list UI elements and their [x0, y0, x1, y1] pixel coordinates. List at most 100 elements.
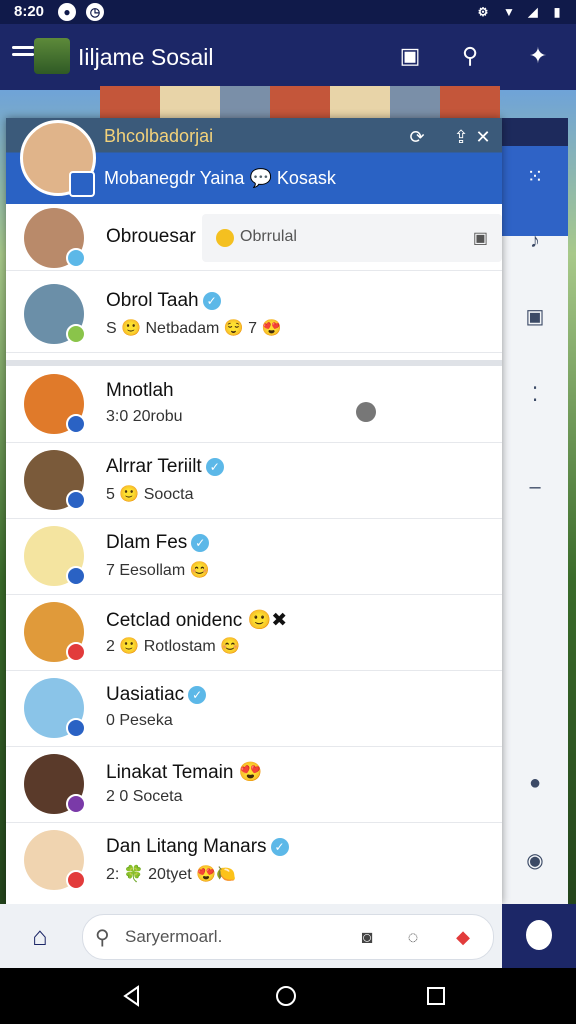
- status-icon: [66, 490, 86, 510]
- search-placeholder: Saryermoarl.: [125, 927, 223, 946]
- user-name: Bhcolbadorjai: [104, 126, 214, 146]
- vibrate-icon: ⚙: [477, 5, 489, 19]
- search-field[interactable]: ⚲ Saryermoarl. ◙ ◌ ◆: [82, 914, 494, 960]
- back-icon[interactable]: [120, 984, 144, 1008]
- grid-icon[interactable]: ⁙: [520, 162, 550, 192]
- close-icon[interactable]: ✕: [472, 126, 494, 148]
- contact-name: Dan Litang Manars ✓: [106, 836, 289, 858]
- camera-icon[interactable]: ▣: [394, 40, 426, 72]
- map-pin-icon[interactable]: ◉: [520, 846, 550, 876]
- search-icon: ⚲: [95, 927, 110, 949]
- touch-indicator: [356, 402, 376, 422]
- background-panel: ⁙ ♪ ▣ ⁚ – ● ◉: [502, 118, 568, 908]
- status-icon: [66, 718, 86, 738]
- contact-avatar: [24, 374, 86, 434]
- chat-icon[interactable]: ◌: [401, 925, 425, 949]
- app-bar: Iiljame Sosail ▣ ⚲ ✦: [0, 24, 576, 90]
- camera-icon[interactable]: ◙: [355, 925, 379, 949]
- contact-message: 2 🙂 Rotlostam 😊: [106, 638, 241, 655]
- search-icon[interactable]: ⚲: [454, 40, 486, 72]
- contact-message: 2: 🍀 20tyet 😍🍋: [106, 866, 237, 883]
- contact-message: 5 🙂 Soocta: [106, 486, 194, 503]
- contact-avatar: [24, 208, 86, 268]
- contact-avatar: [24, 526, 86, 586]
- bell-icon[interactable]: ♪: [520, 226, 550, 256]
- list-item[interactable]: Obrol Taah ✓ S 🙂 Netbadam 😌 7 😍: [6, 276, 502, 353]
- contact-name: Uasiatiac ✓: [106, 684, 207, 706]
- contact-name: Dlam Fes ✓: [106, 532, 210, 554]
- contact-name: Obrol Taah ✓: [106, 290, 221, 312]
- status-time: 8:20: [14, 3, 45, 20]
- list-item[interactable]: Uasiatiac ✓ 0 Peseka: [6, 670, 502, 747]
- chat-list-panel: Bhcolbadorjai Mobanegdr Yaina 💬 Kosask ⟳…: [6, 118, 502, 904]
- verified-icon: ✓: [270, 837, 289, 856]
- contact-avatar: [24, 450, 86, 510]
- signal-icon: ◢: [528, 5, 538, 19]
- chip-label: Obrrulal: [240, 228, 297, 245]
- status-icon: [66, 794, 86, 814]
- game-icon[interactable]: ◆: [451, 925, 475, 949]
- alarm-icon: ◷: [86, 3, 104, 21]
- status-icon: [66, 566, 86, 586]
- verified-icon: ✓: [205, 457, 224, 476]
- contact-name: Obrouesar: [106, 226, 196, 247]
- quick-reply-chip[interactable]: Obrrulal ▣: [202, 214, 502, 262]
- contact-message: 2 0 Soceta: [106, 788, 183, 805]
- menu-icon[interactable]: [12, 46, 34, 62]
- profile-button[interactable]: [502, 904, 576, 968]
- profile-icon: [526, 920, 552, 950]
- emoji-icon: [216, 229, 234, 247]
- contact-name: Linakat Temain 😍: [106, 762, 263, 783]
- list-item[interactable]: Obrouesar Obrrulal ▣: [6, 204, 502, 271]
- more-icon[interactable]: ⁚: [520, 380, 550, 410]
- notification-icon: ●: [58, 3, 76, 21]
- status-icon: [66, 642, 86, 662]
- verified-icon: ✓: [188, 685, 207, 704]
- verified-icon: ✓: [191, 533, 210, 552]
- list-item[interactable]: Cetclad onidenc 🙂✖ 2 🙂 Rotlostam 😊: [6, 594, 502, 671]
- user-avatar[interactable]: [20, 120, 96, 197]
- status-icon: [66, 324, 86, 344]
- list-item[interactable]: Dlam Fes ✓ 7 Eesollam 😊: [6, 518, 502, 595]
- location-icon[interactable]: ●: [520, 768, 550, 798]
- status-icon: [66, 414, 86, 434]
- expand-icon[interactable]: ▣: [473, 228, 488, 248]
- profile-avatar[interactable]: ✦: [522, 40, 554, 72]
- verified-icon: [66, 248, 86, 268]
- wifi-icon: ▼: [503, 5, 515, 19]
- contact-message: S 🙂 Netbadam 😌 7 😍: [106, 320, 282, 337]
- status-bar: 8:20 ● ◷ ⚙ ▼ ◢ ▮: [0, 0, 576, 24]
- app-title: Iiljame Sosail: [78, 44, 214, 70]
- list-item[interactable]: Alrrar Teriilt ✓ 5 🙂 Soocta: [6, 442, 502, 519]
- home-nav-icon[interactable]: [274, 984, 298, 1008]
- verified-icon: ✓: [202, 291, 221, 310]
- contact-avatar: [24, 284, 86, 344]
- list-item[interactable]: Linakat Temain 😍 2 0 Soceta: [6, 746, 502, 823]
- home-icon[interactable]: ⌂: [26, 922, 54, 950]
- panel-header: [502, 118, 568, 146]
- app-logo: [34, 38, 70, 74]
- contact-avatar: [24, 754, 86, 814]
- contact-message: 0 Peseka: [106, 712, 173, 729]
- user-badge-icon: [69, 171, 95, 197]
- list-item[interactable]: Dan Litang Manars ✓ 2: 🍀 20tyet 😍🍋: [6, 822, 502, 898]
- contact-avatar: [24, 830, 86, 890]
- minus-icon[interactable]: –: [520, 472, 550, 502]
- contact-name: Cetclad onidenc 🙂✖: [106, 610, 288, 631]
- refresh-icon[interactable]: ⟳: [406, 126, 428, 148]
- list-item[interactable]: Mnotlah 3:0 20robu: [6, 366, 502, 443]
- contact-message: 7 Eesollam 😊: [106, 562, 210, 579]
- contact-name: Mnotlah: [106, 380, 174, 401]
- contact-avatar: [24, 678, 86, 738]
- status-icon: [66, 870, 86, 890]
- user-subtitle: Mobanegdr Yaina 💬 Kosask: [104, 168, 336, 188]
- bottom-bar: ⌂ ⚲ Saryermoarl. ◙ ◌ ◆: [0, 904, 576, 968]
- contact-message: 3:0 20robu: [106, 408, 183, 425]
- share-icon[interactable]: ⇪: [450, 126, 472, 148]
- recents-icon[interactable]: [424, 984, 448, 1008]
- battery-icon: ▮: [553, 5, 561, 19]
- chat-list-header: Bhcolbadorjai Mobanegdr Yaina 💬 Kosask ⟳…: [6, 118, 502, 204]
- media-icon[interactable]: ▣: [520, 302, 550, 332]
- contact-name: Alrrar Teriilt ✓: [106, 456, 224, 478]
- contact-avatar: [24, 602, 86, 662]
